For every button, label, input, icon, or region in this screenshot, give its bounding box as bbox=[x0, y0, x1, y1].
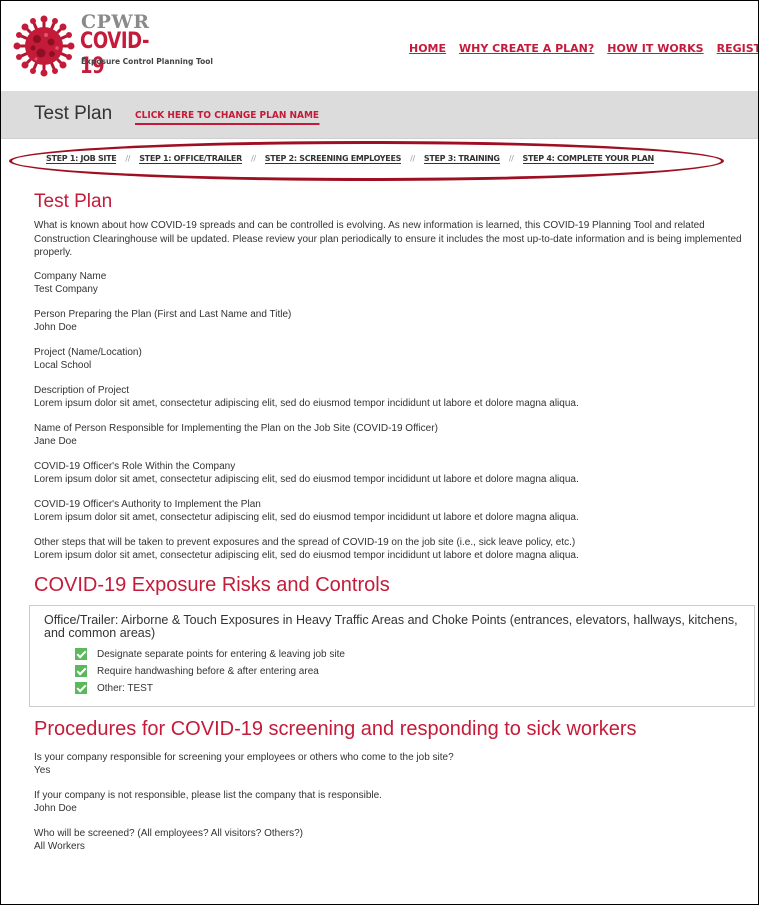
field-value: Lorem ipsum dolor sit amet, consectetur … bbox=[34, 550, 579, 561]
field-value: Jane Doe bbox=[34, 436, 77, 447]
field-label: Name of Person Responsible for Implement… bbox=[34, 422, 438, 434]
field-value: Test Company bbox=[34, 284, 98, 295]
field-label: Description of Project bbox=[34, 384, 130, 396]
field-person-preparing: Person Preparing the Plan (First and Las… bbox=[34, 308, 758, 335]
nav-why-create-plan[interactable]: WHY CREATE A PLAN? bbox=[459, 42, 594, 55]
step-separator: // bbox=[250, 154, 256, 163]
step-training[interactable]: STEP 3: TRAINING bbox=[423, 154, 500, 164]
risk-control-box: Office/Trailer: Airborne & Touch Exposur… bbox=[29, 604, 755, 707]
field-value: Lorem ipsum dolor sit amet, consectetur … bbox=[34, 398, 579, 409]
step-navigation: STEP 1: JOB SITE // STEP 1: OFFICE/TRAILER… bbox=[46, 154, 654, 164]
control-item: Require handwashing before & after enter… bbox=[75, 663, 742, 680]
field-value: Yes bbox=[34, 765, 51, 776]
step-separator: // bbox=[125, 154, 131, 163]
step-job-site[interactable]: STEP 1: JOB SITE bbox=[46, 154, 117, 164]
nav-how-it-works[interactable]: HOW IT WORKS bbox=[607, 42, 703, 55]
plan-name: Test Plan bbox=[34, 103, 113, 124]
field-project-description: Description of Project Lorem ipsum dolor… bbox=[34, 384, 758, 411]
control-label: Designate separate points for entering &… bbox=[97, 648, 345, 660]
field-label: Project (Name/Location) bbox=[34, 346, 142, 358]
field-label: If your company is not responsible, plea… bbox=[34, 789, 382, 801]
control-item: Other: TEST bbox=[75, 680, 742, 697]
plan-intro: What is known about how COVID-19 spreads… bbox=[34, 220, 742, 258]
step-separator: // bbox=[508, 154, 514, 163]
procedures-section-title: Procedures for COVID-19 screening and re… bbox=[34, 717, 637, 740]
field-other-steps: Other steps that will be taken to preven… bbox=[34, 536, 758, 563]
logo-product: COVID-19 bbox=[80, 29, 150, 79]
control-item: Designate separate points for entering &… bbox=[75, 646, 742, 663]
field-value: John Doe bbox=[34, 803, 77, 814]
nav-register[interactable]: REGISTER/ bbox=[717, 42, 758, 55]
field-label: COVID-19 Officer's Authority to Implemen… bbox=[34, 498, 261, 510]
field-screening-responsibility: Is your company responsible for screenin… bbox=[34, 751, 758, 778]
virus-icon bbox=[13, 15, 75, 77]
risk-box-title: Office/Trailer: Airborne & Touch Exposur… bbox=[44, 612, 738, 640]
field-value: Lorem ipsum dolor sit amet, consectetur … bbox=[34, 512, 579, 523]
field-responsible-company: If your company is not responsible, plea… bbox=[34, 789, 758, 816]
field-value: John Doe bbox=[34, 322, 77, 333]
page-frame: CPWR COVID-19 Exposure Control Planning … bbox=[0, 0, 759, 905]
field-covid-officer: Name of Person Responsible for Implement… bbox=[34, 422, 758, 449]
field-officer-role: COVID-19 Officer's Role Within the Compa… bbox=[34, 460, 758, 487]
field-label: Who will be screened? (All employees? Al… bbox=[34, 827, 303, 839]
field-value: All Workers bbox=[34, 841, 85, 852]
plan-title: Test Plan bbox=[34, 191, 113, 212]
field-label: Other steps that will be taken to preven… bbox=[34, 536, 576, 548]
change-plan-name-link[interactable]: CLICK HERE TO CHANGE PLAN NAME bbox=[135, 110, 320, 125]
plan-content: Test Plan What is known about how COVID-… bbox=[29, 191, 758, 865]
field-officer-authority: COVID-19 Officer's Authority to Implemen… bbox=[34, 498, 758, 525]
field-value: Lorem ipsum dolor sit amet, consectetur … bbox=[34, 474, 579, 485]
control-label: Other: TEST bbox=[97, 682, 153, 694]
step-office-trailer[interactable]: STEP 1: OFFICE/TRAILER bbox=[139, 154, 242, 164]
checkbox-checked-icon bbox=[75, 682, 87, 694]
site-logo[interactable]: CPWR COVID-19 Exposure Control Planning … bbox=[13, 9, 213, 83]
step-screening-employees[interactable]: STEP 2: SCREENING EMPLOYEES bbox=[264, 154, 401, 164]
field-label: Company Name bbox=[34, 270, 107, 282]
field-who-screened: Who will be screened? (All employees? Al… bbox=[34, 827, 758, 854]
plan-name-bar: Test Plan CLICK HERE TO CHANGE PLAN NAME bbox=[1, 91, 758, 139]
step-separator: // bbox=[410, 154, 415, 163]
checkbox-checked-icon bbox=[75, 665, 87, 677]
logo-tagline: Exposure Control Planning Tool bbox=[81, 57, 213, 66]
field-label: Person Preparing the Plan (First and Las… bbox=[34, 308, 292, 320]
control-label: Require handwashing before & after enter… bbox=[97, 665, 319, 677]
field-project: Project (Name/Location) Local School bbox=[34, 346, 758, 373]
step-complete-plan[interactable]: STEP 4: COMPLETE YOUR PLAN bbox=[522, 154, 654, 164]
checkbox-checked-icon bbox=[75, 648, 87, 660]
main-nav: HOME WHY CREATE A PLAN? HOW IT WORKS REGIST… bbox=[409, 39, 758, 57]
field-company-name: Company Name Test Company bbox=[34, 270, 758, 297]
risks-section-title: COVID-19 Exposure Risks and Controls bbox=[34, 573, 390, 596]
site-header: CPWR COVID-19 Exposure Control Planning … bbox=[1, 1, 758, 89]
field-label: Is your company responsible for screenin… bbox=[34, 751, 454, 763]
nav-home[interactable]: HOME bbox=[409, 42, 446, 55]
field-label: COVID-19 Officer's Role Within the Compa… bbox=[34, 460, 236, 472]
field-value: Local School bbox=[34, 360, 92, 371]
